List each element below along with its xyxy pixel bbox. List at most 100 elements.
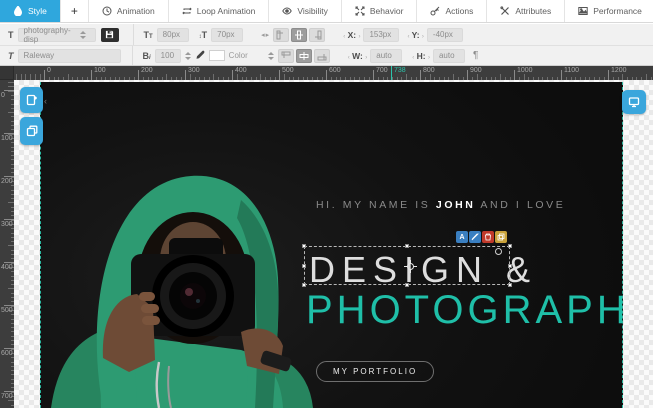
tab-label: Loop Animation	[197, 6, 256, 16]
tab-label: Attributes	[515, 6, 551, 16]
preview-device-button[interactable]	[622, 90, 646, 114]
floppy-icon	[105, 30, 114, 39]
ruler-number: 100	[1, 135, 13, 142]
tab-bar: Style + Animation Loop Animation Visibil…	[0, 0, 653, 23]
font-family-label: T	[8, 51, 14, 61]
resize-handle[interactable]	[302, 264, 306, 268]
design-canvas[interactable]: HI. MY NAME IS JOHN AND I LOVE DESIGN & …	[40, 82, 623, 408]
vertical-nudge-icon[interactable]	[268, 52, 274, 60]
ruler-number: 1200	[611, 67, 627, 74]
x-position-input[interactable]: 153px	[363, 28, 399, 42]
align-middle-vertical-button[interactable]	[296, 49, 312, 63]
resize-handle[interactable]	[508, 244, 512, 248]
divider	[132, 46, 133, 65]
heading-photography[interactable]: PHOTOGRAPHY	[306, 288, 623, 333]
tab-add[interactable]: +	[61, 0, 89, 22]
resize-handle[interactable]	[302, 283, 306, 287]
text-icon[interactable]: A	[456, 231, 468, 243]
save-style-button[interactable]	[101, 28, 119, 42]
horizontal-ruler[interactable]: 0100200300400500600700800900100011001200…	[14, 66, 653, 80]
line-height-value: 70px	[217, 30, 234, 39]
ruler-number: 300	[1, 221, 13, 228]
ruler-number: 700	[1, 393, 13, 400]
selection-box[interactable]	[304, 246, 510, 285]
align-bottom-button[interactable]	[314, 49, 330, 63]
align-right-button[interactable]	[309, 28, 325, 42]
eyedropper-icon[interactable]	[195, 47, 205, 65]
duplicate-page-icon	[26, 125, 38, 137]
align-center-horizontal-button[interactable]	[291, 28, 307, 42]
key-icon	[430, 6, 440, 16]
tab-loop-animation[interactable]: Loop Animation	[169, 0, 270, 22]
add-page-button[interactable]	[20, 87, 43, 113]
resize-handle[interactable]	[302, 244, 306, 248]
tab-animation[interactable]: Animation	[89, 0, 169, 22]
select-arrows-icon	[80, 31, 86, 39]
ruler-number: 800	[423, 67, 435, 74]
tab-style[interactable]: Style	[0, 0, 61, 22]
tab-label: Behavior	[370, 6, 404, 16]
ruler-number: 600	[1, 350, 13, 357]
ruler-cursor	[391, 66, 392, 80]
tagline-pre: HI. MY NAME IS	[316, 199, 436, 211]
height-input[interactable]: auto	[433, 49, 465, 63]
resize-handle[interactable]	[508, 264, 512, 268]
duplicate-page-button[interactable]	[20, 117, 43, 145]
x-position-label: ‹ X: ›	[343, 30, 360, 40]
delete-icon[interactable]	[482, 231, 494, 243]
width-input[interactable]: auto	[370, 49, 402, 63]
ruler-number: 0	[1, 92, 5, 99]
picture-icon	[578, 6, 588, 16]
horizontal-nudge-icon[interactable]: ◂▸	[261, 31, 270, 39]
ruler-number: 700	[376, 67, 388, 74]
resize-handle[interactable]	[405, 244, 409, 248]
ruler-number: 0	[47, 67, 51, 74]
tab-performance[interactable]: Performance	[565, 0, 653, 22]
font-size-label: TT	[144, 30, 153, 40]
tagline-text[interactable]: HI. MY NAME IS JOHN AND I LOVE	[316, 199, 565, 211]
tools-icon	[500, 6, 510, 16]
align-top-button[interactable]	[278, 49, 294, 63]
height-label: ‹ H: ›	[412, 51, 430, 61]
rotate-handle[interactable]	[495, 248, 502, 255]
text-style-toolbar-row-2: T Raleway Bi 100 Color ‹ W: › auto ‹ H: …	[0, 46, 653, 66]
font-weight-input[interactable]: 100	[155, 49, 181, 63]
resize-handle[interactable]	[508, 283, 512, 287]
ruler-corner	[0, 66, 14, 80]
tagline-post: AND I LOVE	[475, 199, 565, 211]
line-height-input[interactable]: 70px	[211, 28, 243, 42]
my-portfolio-button[interactable]: MY PORTFOLIO	[316, 361, 434, 382]
height-value: auto	[439, 51, 455, 60]
paragraph-icon[interactable]: ¶	[473, 50, 478, 61]
width-label: ‹ W: ›	[348, 51, 367, 61]
workspace: HI. MY NAME IS JOHN AND I LOVE DESIGN & …	[14, 80, 653, 408]
vertical-ruler[interactable]: 0100200300400500600700	[0, 80, 14, 408]
line-height-label: ↕T	[199, 30, 208, 40]
divider	[133, 24, 134, 45]
anchor-point-icon[interactable]	[404, 260, 417, 273]
editor-window: Style + Animation Loop Animation Visibil…	[0, 0, 653, 408]
width-value: auto	[376, 51, 392, 60]
tab-actions[interactable]: Actions	[417, 0, 487, 22]
font-family-select[interactable]: Raleway	[18, 49, 121, 63]
tagline-name: JOHN	[436, 199, 476, 211]
duplicate-icon[interactable]	[495, 231, 507, 243]
font-size-input[interactable]: 80px	[157, 28, 189, 42]
tab-behavior[interactable]: Behavior	[342, 0, 418, 22]
font-style-select[interactable]: photography-disp	[18, 28, 96, 42]
tab-label: Style	[28, 6, 47, 16]
align-left-button[interactable]	[273, 28, 289, 42]
collapse-panel-icon[interactable]: ‹	[44, 96, 47, 106]
ruler-number: 500	[1, 307, 13, 314]
tab-visibility[interactable]: Visibility	[269, 0, 342, 22]
ruler-number: 500	[282, 67, 294, 74]
y-position-value: -40px	[433, 30, 453, 39]
edit-icon[interactable]	[469, 231, 481, 243]
y-position-input[interactable]: -40px	[427, 28, 463, 42]
tab-attributes[interactable]: Attributes	[487, 0, 565, 22]
y-position-label: ‹ Y: ›	[407, 30, 423, 40]
weight-stepper[interactable]	[185, 52, 191, 60]
text-color-swatch[interactable]	[209, 50, 225, 61]
element-mini-toolbar: A	[456, 231, 507, 243]
resize-handle[interactable]	[405, 283, 409, 287]
